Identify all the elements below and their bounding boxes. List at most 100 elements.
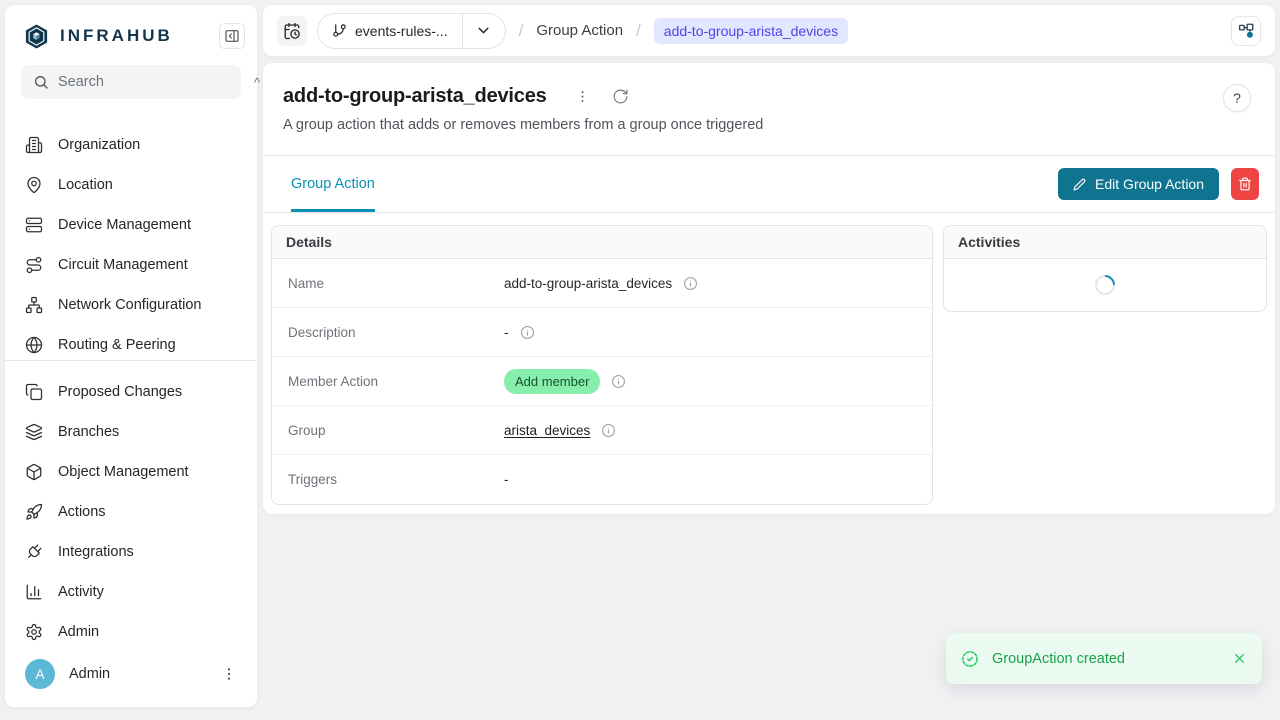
route-icon	[25, 256, 43, 274]
breadcrumb-separator: /	[519, 21, 524, 41]
refresh-icon	[612, 88, 629, 105]
sidebar-item-integrations[interactable]: Integrations	[13, 532, 249, 572]
user-kebab-button[interactable]	[221, 666, 237, 682]
topbar: events-rules-... / Group Action / add-to…	[262, 4, 1276, 57]
sidebar-item-object-management[interactable]: Object Management	[13, 452, 249, 492]
info-icon[interactable]	[611, 374, 626, 389]
sidebar-item-label: Location	[58, 177, 113, 193]
detail-row-description: Description -	[272, 308, 932, 357]
refresh-button[interactable]	[612, 88, 629, 105]
brand-name: INFRAHUB	[60, 26, 173, 46]
info-icon[interactable]	[601, 423, 616, 438]
sidebar-item-admin[interactable]: Admin	[13, 612, 249, 652]
sidebar-nav-primary: Organization Location Device Management …	[5, 125, 257, 361]
pencil-icon	[1073, 178, 1086, 191]
sidebar-item-label: Device Management	[58, 217, 191, 233]
sidebar: INFRAHUB ^K Organization Location	[4, 4, 258, 708]
sidebar-item-circuit-management[interactable]: Circuit Management	[13, 245, 249, 285]
activities-card-header: Activities	[944, 226, 1266, 259]
loading-spinner	[1091, 271, 1119, 299]
page-title: add-to-group-arista_devices	[283, 85, 547, 108]
edit-button-label: Edit Group Action	[1095, 176, 1204, 192]
edit-group-action-button[interactable]: Edit Group Action	[1058, 168, 1219, 200]
calendar-clock-icon	[283, 22, 301, 40]
object-kebab-button[interactable]	[575, 89, 590, 104]
info-icon[interactable]	[683, 276, 698, 291]
kebab-icon	[221, 666, 237, 682]
schema-button[interactable]	[1231, 16, 1261, 46]
sidebar-item-location[interactable]: Location	[13, 165, 249, 205]
sidebar-item-activity[interactable]: Activity	[13, 572, 249, 612]
check-circle-icon	[961, 650, 979, 668]
map-pin-icon	[25, 176, 43, 194]
sidebar-item-label: Routing & Peering	[58, 337, 176, 353]
sidebar-item-label: Proposed Changes	[58, 384, 182, 400]
sidebar-item-label: Branches	[58, 424, 119, 440]
sidebar-collapse-icon	[224, 28, 240, 44]
page-header: add-to-group-arista_devices A group acti…	[263, 63, 1275, 156]
sidebar-item-proposed-changes[interactable]: Proposed Changes	[13, 372, 249, 412]
group-link[interactable]: arista_devices	[504, 423, 590, 438]
branch-name: events-rules-...	[355, 23, 448, 39]
help-button[interactable]: ?	[1223, 84, 1251, 112]
detail-label: Name	[288, 276, 504, 291]
diff-icon	[25, 383, 43, 401]
sidebar-item-routing-peering[interactable]: Routing & Peering	[13, 325, 249, 361]
avatar: A	[25, 659, 55, 689]
tab-group-action[interactable]: Group Action	[291, 156, 375, 212]
user-menu[interactable]: A Admin	[13, 651, 249, 697]
sidebar-item-label: Integrations	[58, 544, 134, 560]
time-travel-button[interactable]	[277, 16, 307, 46]
sidebar-item-organization[interactable]: Organization	[13, 125, 249, 165]
rocket-icon	[25, 503, 43, 521]
schema-graph-icon	[1237, 22, 1255, 40]
branch-selector[interactable]: events-rules-...	[317, 13, 506, 49]
gear-icon	[25, 623, 43, 641]
close-icon	[1232, 651, 1247, 666]
sidebar-item-label: Admin	[58, 624, 99, 640]
building-icon	[25, 136, 43, 154]
breadcrumb-type[interactable]: Group Action	[536, 22, 623, 39]
breadcrumb-current-item[interactable]: add-to-group-arista_devices	[654, 18, 848, 44]
search-icon	[33, 74, 49, 90]
sidebar-item-branches[interactable]: Branches	[13, 412, 249, 452]
sidebar-item-network-configuration[interactable]: Network Configuration	[13, 285, 249, 325]
activities-card: Activities	[943, 225, 1267, 312]
sidebar-item-label: Object Management	[58, 464, 189, 480]
sidebar-item-label: Organization	[58, 137, 140, 153]
detail-row-name: Name add-to-group-arista_devices	[272, 259, 932, 308]
bar-chart-icon	[25, 583, 43, 601]
delete-button[interactable]	[1231, 168, 1259, 200]
plug-icon	[25, 543, 43, 561]
details-card-header: Details	[272, 226, 932, 259]
chevron-down-icon	[463, 22, 505, 39]
toast-close-button[interactable]	[1232, 651, 1247, 666]
user-name: Admin	[69, 666, 110, 682]
git-branch-icon	[332, 23, 347, 38]
detail-row-group: Group arista_devices	[272, 406, 932, 455]
member-action-badge: Add member	[504, 369, 600, 394]
sidebar-item-actions[interactable]: Actions	[13, 492, 249, 532]
content-area: Details Name add-to-group-arista_devices…	[263, 213, 1275, 513]
sidebar-item-device-management[interactable]: Device Management	[13, 205, 249, 245]
detail-label: Description	[288, 325, 504, 340]
search-box[interactable]: ^K	[21, 65, 241, 99]
sidebar-nav-secondary: Proposed Changes Branches Object Managem…	[5, 372, 257, 652]
page-subtitle: A group action that adds or removes memb…	[283, 117, 1255, 133]
layers-icon	[25, 423, 43, 441]
logo-row: INFRAHUB	[23, 19, 245, 53]
kebab-icon	[575, 89, 590, 104]
trash-icon	[1238, 177, 1252, 191]
sidebar-collapse-button[interactable]	[219, 23, 245, 49]
search-input[interactable]	[58, 74, 245, 90]
detail-row-triggers: Triggers -	[272, 455, 932, 504]
detail-label: Group	[288, 423, 504, 438]
detail-value: -	[504, 472, 509, 487]
details-card: Details Name add-to-group-arista_devices…	[271, 225, 933, 505]
network-icon	[25, 296, 43, 314]
sidebar-item-label: Circuit Management	[58, 257, 188, 273]
sidebar-item-label: Network Configuration	[58, 297, 201, 313]
detail-value: -	[504, 325, 509, 340]
info-icon[interactable]	[520, 325, 535, 340]
infrahub-logo-icon	[23, 23, 50, 50]
